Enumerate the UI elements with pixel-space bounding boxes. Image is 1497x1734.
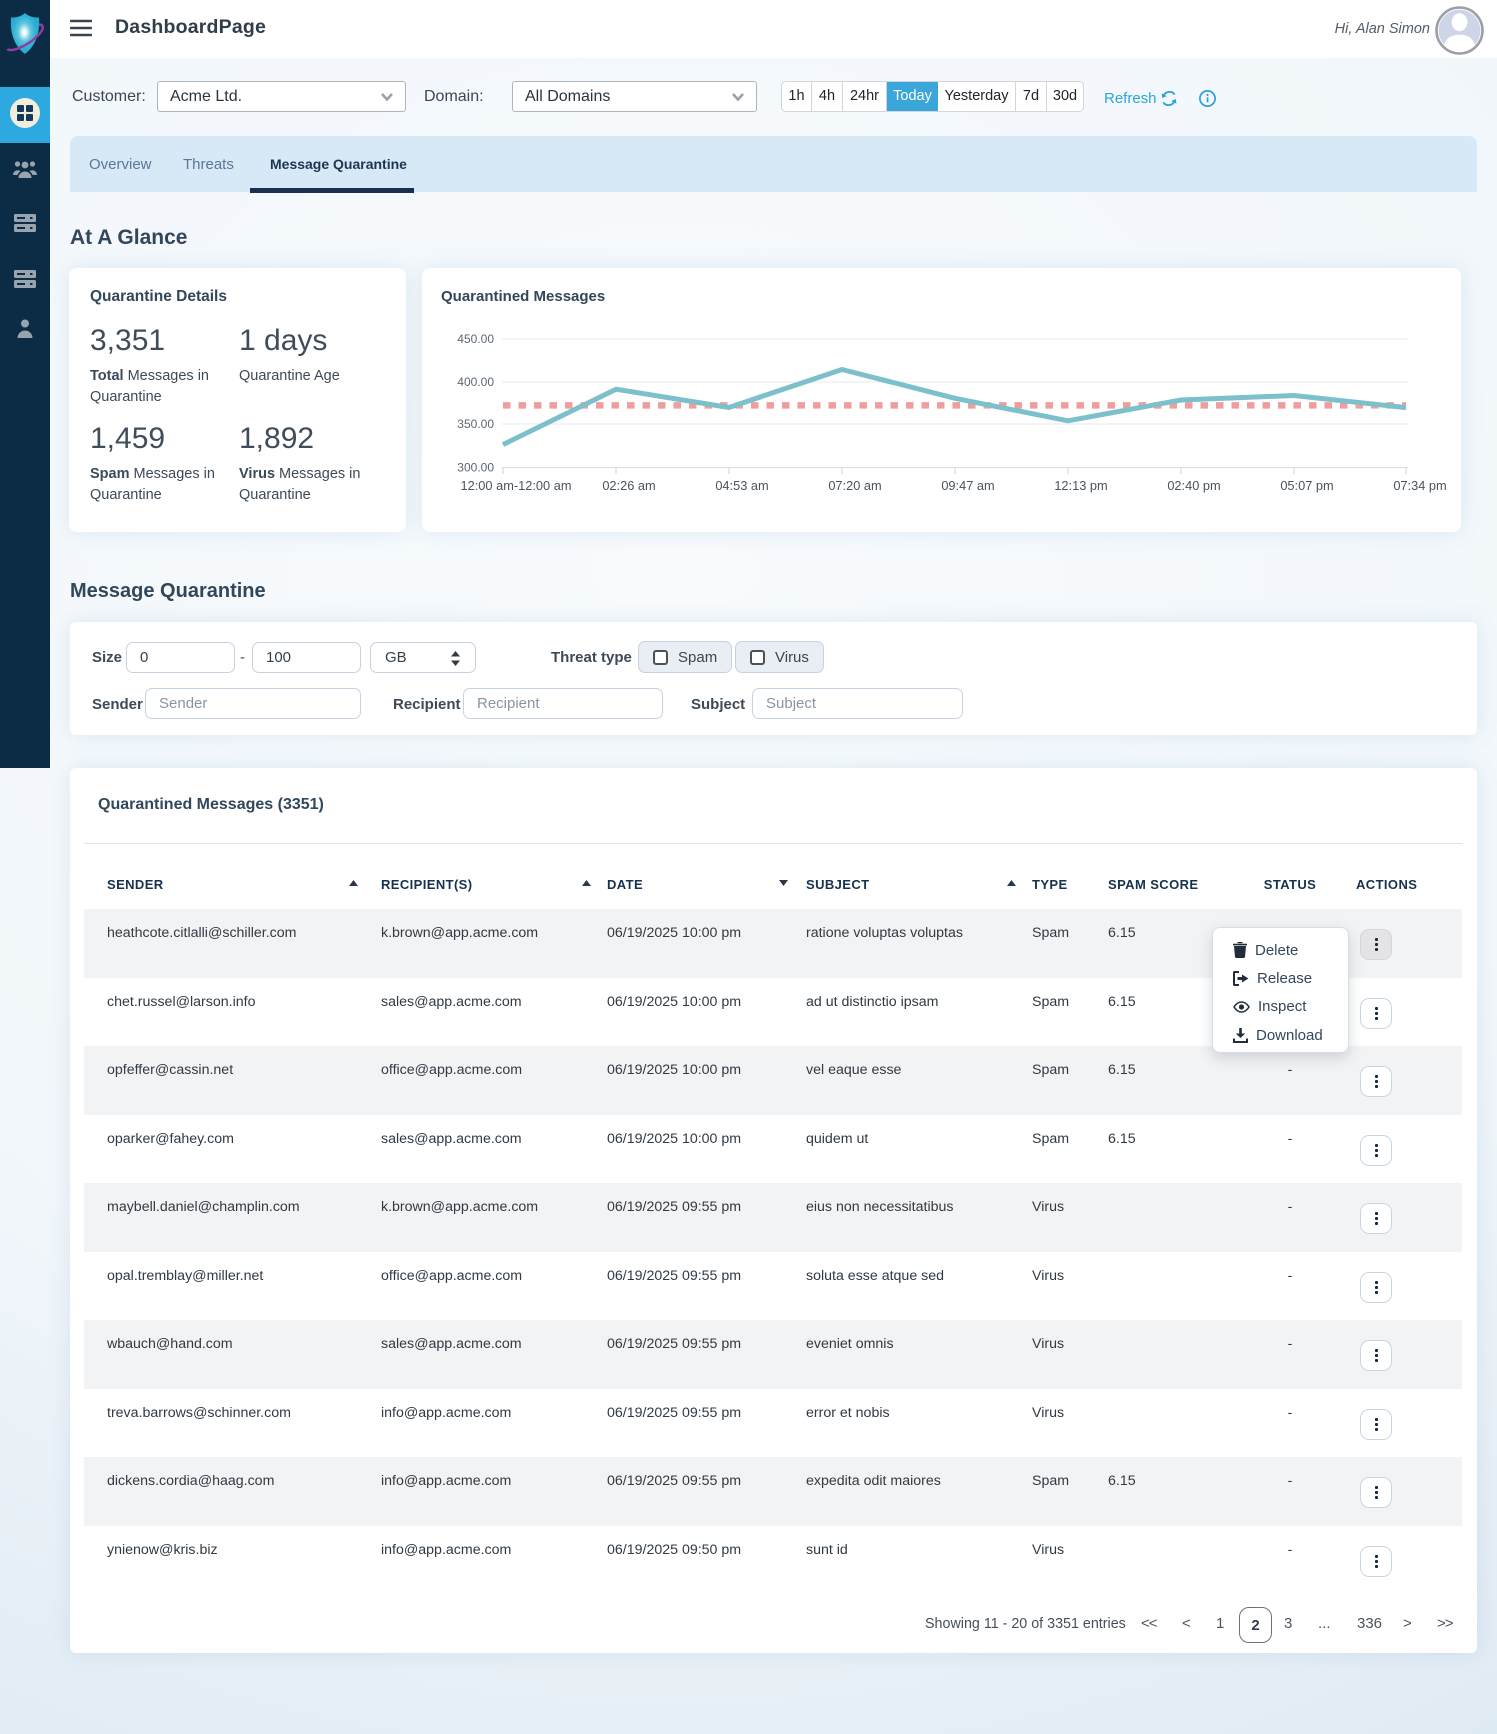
svg-text:350.00: 350.00 [457,417,494,431]
svg-text:300.00: 300.00 [457,461,494,475]
svg-text:400.00: 400.00 [457,375,494,389]
svg-text:09:47 am: 09:47 am [941,478,994,493]
svg-text:02:40 pm: 02:40 pm [1167,478,1220,493]
svg-text:07:34 pm: 07:34 pm [1393,478,1446,493]
svg-text:02:26 am: 02:26 am [602,478,655,493]
svg-text:07:20 am: 07:20 am [828,478,881,493]
svg-text:12:13 pm: 12:13 pm [1054,478,1107,493]
svg-text:04:53 am: 04:53 am [715,478,768,493]
svg-text:12:00 am-12:00 am: 12:00 am-12:00 am [461,478,572,493]
svg-text:450.00: 450.00 [457,332,494,346]
svg-text:05:07 pm: 05:07 pm [1280,478,1333,493]
